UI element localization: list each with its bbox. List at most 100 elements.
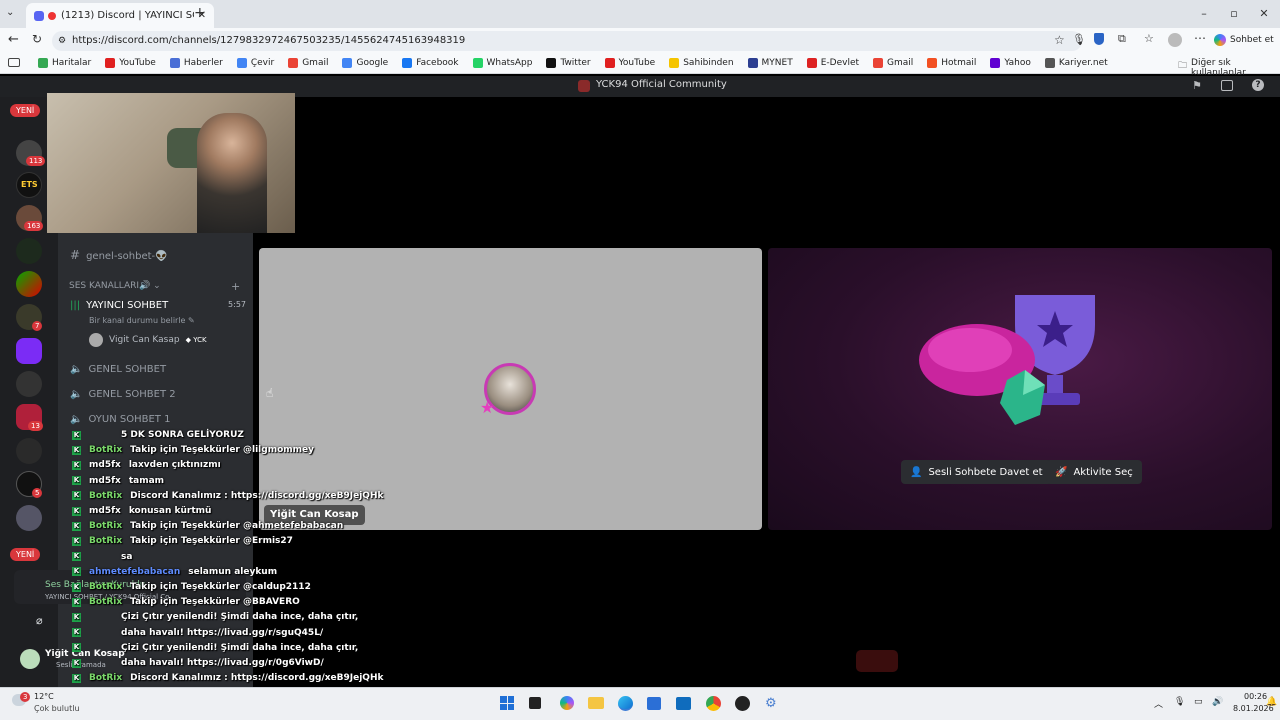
file-explorer-icon[interactable]: [588, 697, 604, 709]
browser-tab[interactable]: (1213) Discord | YAYINCI SOHBET ✕: [26, 3, 214, 28]
chat-message: K BotRix Takip için Teşekkürler @lilgmomme…: [72, 445, 314, 455]
speaker-icon: 🔈: [70, 389, 83, 400]
mic-tray-icon[interactable]: 🎙: [1174, 697, 1185, 707]
server-icon-12[interactable]: [16, 505, 42, 531]
bookmark-item[interactable]: Google: [342, 58, 388, 68]
copilot-taskbar-icon[interactable]: [560, 696, 574, 710]
close-window-button[interactable]: ✕: [1254, 5, 1274, 23]
volume-icon[interactable]: 🔊: [1212, 697, 1223, 707]
bookmark-label: Haritalar: [52, 58, 92, 68]
settings-taskbar-icon[interactable]: ⚙: [765, 696, 777, 711]
bookmark-item[interactable]: YouTube: [604, 58, 655, 68]
voice-category[interactable]: SES KANALLARI🔊 ⌄: [69, 281, 161, 291]
edge-icon[interactable]: [618, 696, 633, 711]
task-view-icon[interactable]: [529, 697, 541, 709]
other-bookmarks[interactable]: 🗀 Diğer sık kullanılanlar: [1178, 58, 1280, 78]
bookmark-label: Gmail: [887, 58, 914, 68]
voice-channel-genel-1[interactable]: 🔈 GENEL SOHBET: [70, 364, 166, 375]
server-icon-4[interactable]: [16, 238, 42, 264]
store-icon[interactable]: [647, 697, 661, 710]
add-channel-icon[interactable]: +: [231, 280, 240, 293]
tray-chevron-up-icon[interactable]: ︿: [1154, 697, 1163, 710]
read-aloud-icon[interactable]: 🎙: [1072, 33, 1086, 46]
clock-time[interactable]: 00:26: [1244, 692, 1267, 701]
chrome-icon[interactable]: [706, 696, 721, 711]
choose-activity-button[interactable]: 🚀 Aktivite Seç: [1046, 460, 1142, 484]
channel-genel-sohbet[interactable]: # genel-sohbet-👽: [70, 248, 168, 262]
member-tag: ◆ YCK: [185, 336, 207, 344]
back-arrow-icon[interactable]: ←: [8, 32, 19, 47]
server-icon-5[interactable]: [16, 271, 42, 297]
outlook-icon[interactable]: [676, 697, 691, 710]
leave-call-button[interactable]: [856, 650, 898, 672]
maximize-button[interactable]: ▫: [1224, 5, 1244, 23]
bookmark-item[interactable]: Twitter: [546, 58, 591, 68]
copilot-chat-button[interactable]: Sohbet et: [1214, 31, 1274, 49]
new-tab-button[interactable]: +: [194, 5, 206, 21]
network-icon[interactable]: ▭: [1194, 697, 1203, 707]
sparkle-icon: ★: [480, 398, 495, 417]
bookmark-item[interactable]: Hotmail: [927, 58, 976, 68]
channel-label: GENEL SOHBET: [88, 364, 167, 375]
bookmark-favicon-icon: [604, 58, 615, 68]
member-name: Vigit Can Kasap: [109, 335, 180, 345]
favorites-icon[interactable]: ☆: [1144, 32, 1154, 45]
sidebar-toggle-icon[interactable]: [8, 58, 20, 67]
bookmark-item[interactable]: Facebook: [402, 58, 459, 68]
bookmark-favicon-icon: [169, 58, 180, 68]
channel-status-hint[interactable]: Bir kanal durumu belirle ✎: [89, 316, 195, 325]
notifications-icon[interactable]: 🔔: [1266, 697, 1277, 707]
weather-temp[interactable]: 12°C: [34, 692, 54, 701]
bookmark-item[interactable]: Sahibinden: [669, 58, 734, 68]
bookmark-label: Sahibinden: [683, 58, 734, 68]
user-avatar[interactable]: [20, 649, 40, 669]
favorite-star-icon[interactable]: ☆: [1054, 33, 1065, 47]
flag-icon[interactable]: ⚑: [1192, 79, 1202, 92]
profile-avatar[interactable]: [1168, 33, 1182, 47]
site-info-icon[interactable]: ⚙: [58, 31, 66, 51]
reload-icon[interactable]: ↻: [32, 32, 42, 46]
shield-icon[interactable]: [1094, 33, 1104, 45]
help-icon[interactable]: ?: [1252, 79, 1264, 91]
other-bookmarks-label: Diğer sık kullanılanlar: [1191, 58, 1246, 78]
bookmark-item[interactable]: YouTube: [105, 58, 156, 68]
inbox-icon[interactable]: [1221, 80, 1233, 91]
more-menu-icon[interactable]: ⋯: [1194, 31, 1206, 45]
bookmark-item[interactable]: Çevir: [236, 58, 274, 68]
bookmark-item[interactable]: Yahoo: [990, 58, 1031, 68]
taskbar: [0, 687, 1280, 720]
kick-badge-icon: K: [72, 521, 81, 531]
bookmark-item[interactable]: Haritalar: [38, 58, 91, 68]
server-icon-10[interactable]: [16, 438, 42, 464]
invite-to-voice-button[interactable]: 👤 Sesli Sohbete Davet et: [901, 460, 1052, 484]
webcam-person: [197, 113, 267, 233]
bookmark-item[interactable]: Kariyer.net: [1044, 58, 1108, 68]
bookmark-item[interactable]: Gmail: [873, 58, 913, 68]
voice-member[interactable]: Vigit Can Kasap ◆ YCK: [89, 333, 207, 347]
bookmark-item[interactable]: MYNET: [747, 58, 793, 68]
obs-icon[interactable]: [735, 696, 750, 711]
server-icon-8[interactable]: [16, 371, 42, 397]
bookmark-item[interactable]: WhatsApp: [472, 58, 532, 68]
start-windows-icon[interactable]: [500, 696, 514, 710]
bookmark-favicon-icon: [105, 58, 116, 68]
hash-icon: #: [70, 248, 81, 262]
voice-channel-genel-2[interactable]: 🔈 GENEL SOHBET 2: [70, 389, 176, 400]
voice-channel-yayinci[interactable]: ||| YAYINCI SOHBET 5:57: [70, 300, 246, 311]
bookmark-item[interactable]: E-Devlet: [806, 58, 859, 68]
url-input[interactable]: ⚙ https://discord.com/channels/127983297…: [52, 31, 1082, 51]
tab-list-chevron-icon[interactable]: ⌄: [6, 7, 14, 18]
bookmark-favicon-icon: [342, 58, 353, 68]
channel-label: OYUN SOHBET 1: [88, 414, 171, 425]
minimize-button[interactable]: –: [1194, 5, 1214, 23]
bookmark-favicon-icon: [1044, 58, 1055, 68]
bookmark-label: Hotmail: [941, 58, 977, 68]
bookmark-item[interactable]: Gmail: [288, 58, 328, 68]
bookmark-item[interactable]: Haberler: [169, 58, 223, 68]
kick-badge-icon: K: [72, 506, 81, 516]
camera-off-icon[interactable]: ⌀: [36, 614, 43, 627]
server-icon-7[interactable]: [16, 338, 42, 364]
chat-username: BotRix: [89, 673, 123, 684]
extensions-icon[interactable]: ⧉: [1118, 32, 1126, 46]
voice-channel-oyun-1[interactable]: 🔈 OYUN SOHBET 1: [70, 414, 170, 425]
